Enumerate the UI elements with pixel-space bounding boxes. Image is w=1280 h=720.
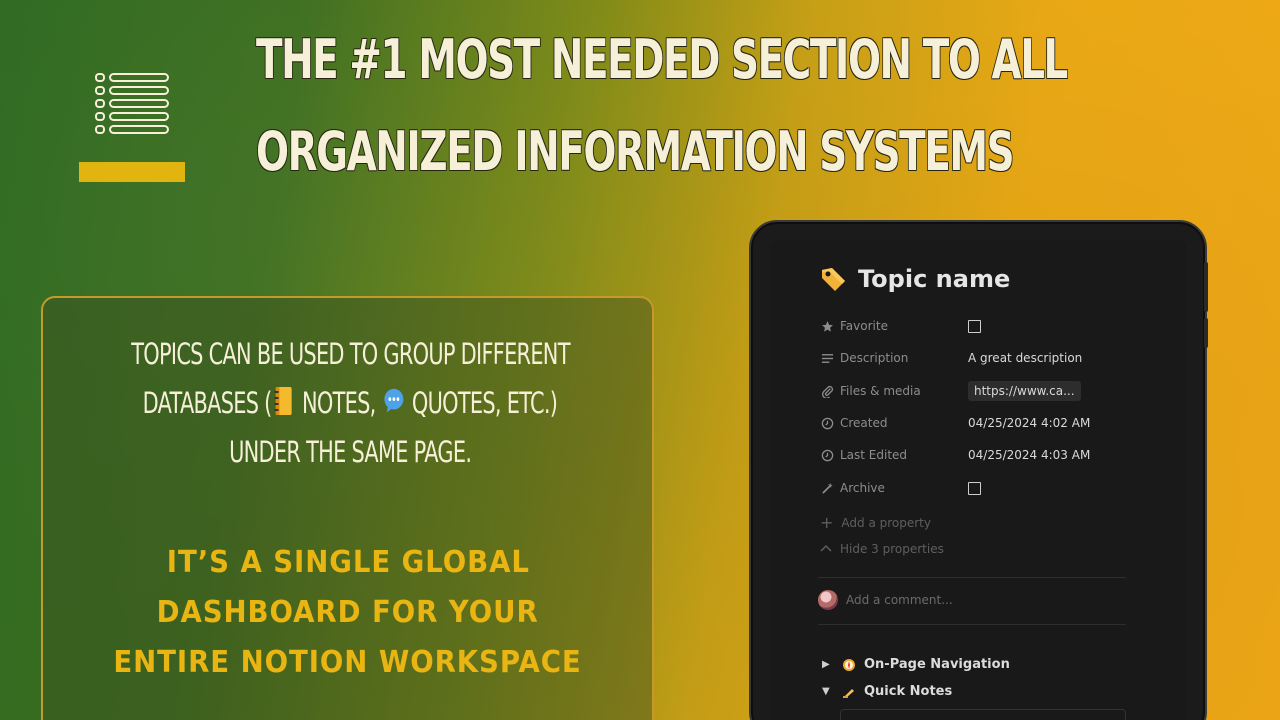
toggle-on-page-navigation[interactable]: ▶ On-Page Navigation [822, 657, 1010, 672]
magic-wand-icon [820, 481, 834, 495]
add-property-label: Add a property [841, 515, 931, 530]
toggle-quick-notes[interactable]: ▼ Quick Notes [822, 684, 952, 699]
property-favorite[interactable]: Favorite [820, 314, 1140, 338]
property-name: Description [840, 351, 909, 365]
list-icon [95, 73, 169, 134]
property-files-media[interactable]: Files & media https://www.ca... [820, 379, 1140, 403]
property-name: Favorite [840, 319, 888, 333]
archive-checkbox[interactable] [968, 481, 981, 495]
property-name: Files & media [840, 384, 921, 398]
card-description: TOPICS CAN BE USED TO GROUP DIFFERENT DA… [0, 330, 700, 477]
property-last-edited[interactable]: Last Edited 04/25/2024 4:03 AM [820, 443, 1140, 467]
hide-properties-label: Hide 3 properties [840, 542, 944, 556]
quick-notes-block[interactable] [840, 709, 1126, 720]
speech-bubble-icon [384, 388, 404, 413]
toggle-label: Quick Notes [864, 684, 953, 699]
card-line-3: UNDER THE SAME PAGE. [228, 435, 472, 469]
card-highlight: IT’S A SINGLE GLOBAL DASHBOARD FOR YOUR … [0, 538, 696, 688]
paperclip-icon [820, 384, 834, 398]
toggle-label: On-Page Navigation [864, 657, 1010, 672]
page-title-text: Topic name [858, 265, 1011, 293]
highlight-line-2: DASHBOARD FOR YOUR [156, 595, 539, 630]
property-name: Archive [840, 481, 885, 495]
star-icon [820, 319, 834, 333]
tablet-side-button [1204, 262, 1208, 312]
description-value[interactable]: A great description [968, 351, 1082, 365]
highlight-line-3: ENTIRE NOTION WORKSPACE [113, 645, 583, 680]
caret-down-icon[interactable]: ▼ [822, 686, 834, 697]
property-created[interactable]: Created 04/25/2024 4:02 AM [820, 411, 1140, 435]
plus-icon: + [820, 513, 834, 532]
divider [818, 624, 1126, 625]
headline-line-2: ORGANIZED INFORMATION SYSTEMS [256, 120, 1015, 183]
add-property-button[interactable]: + Add a property [820, 513, 931, 532]
card-line-2-notes: NOTES, [302, 386, 376, 420]
property-name: Created [840, 416, 888, 430]
comment-input[interactable]: Add a comment... [846, 593, 953, 607]
tablet-side-button [1204, 318, 1208, 348]
headline: THE #1 MOST NEEDED SECTION TO ALL ORGANI… [256, 14, 1068, 198]
card-line-2-quotes: QUOTES, ETC.) [411, 386, 558, 420]
card-line-2: DATABASES ( NOTES, QUOTES, ETC.) [143, 379, 558, 428]
last-edited-value: 04/25/2024 4:03 AM [968, 448, 1091, 462]
text-lines-icon [820, 351, 834, 365]
created-value: 04/25/2024 4:02 AM [968, 416, 1091, 430]
tag-icon [822, 268, 845, 291]
caret-right-icon[interactable]: ▶ [822, 659, 834, 670]
hide-properties-button[interactable]: Hide 3 properties [820, 542, 944, 556]
clock-icon [820, 448, 834, 462]
property-name: Last Edited [840, 448, 908, 462]
compass-icon [843, 658, 855, 671]
property-archive[interactable]: Archive [820, 476, 1140, 500]
property-description[interactable]: Description A great description [820, 346, 1140, 370]
card-line-1: TOPICS CAN BE USED TO GROUP DIFFERENT [130, 337, 570, 371]
avatar [818, 590, 838, 610]
writing-hand-icon [843, 688, 854, 698]
favorite-checkbox[interactable] [968, 319, 981, 333]
comment-row[interactable]: Add a comment... [818, 590, 953, 610]
headline-line-1: THE #1 MOST NEEDED SECTION TO ALL [256, 28, 1068, 91]
chevron-up-icon [820, 542, 832, 556]
accent-bar [79, 162, 185, 182]
notebook-icon [274, 387, 292, 415]
page-title[interactable]: Topic name [818, 264, 1010, 294]
card-line-2-prefix: DATABASES ( [142, 386, 273, 420]
divider [818, 577, 1126, 578]
highlight-line-1: IT’S A SINGLE GLOBAL [166, 545, 530, 580]
files-url-chip[interactable]: https://www.ca... [968, 381, 1081, 401]
clock-icon [820, 416, 834, 430]
